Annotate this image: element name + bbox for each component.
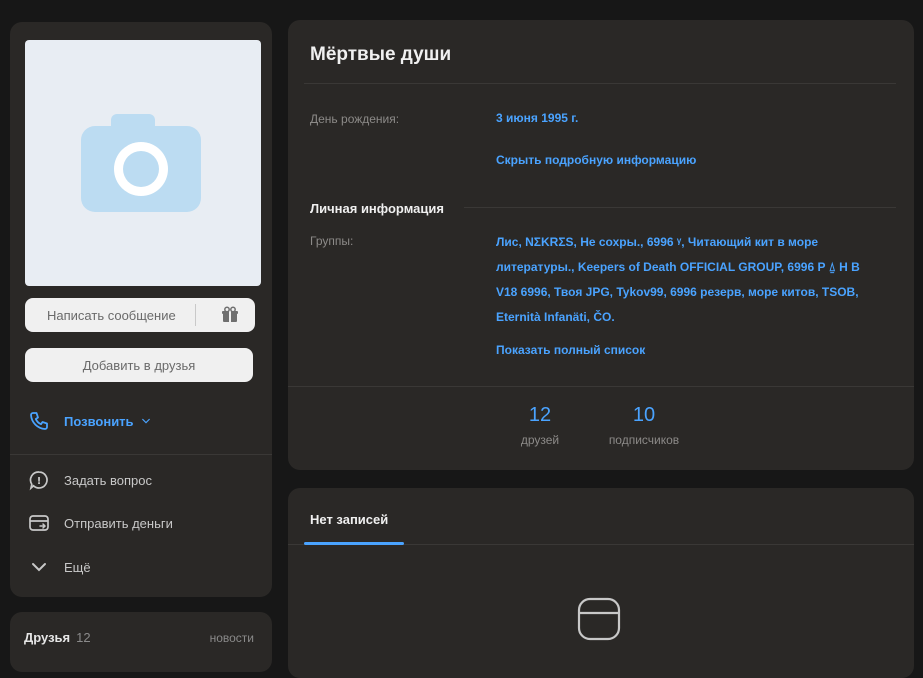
button-separator — [195, 304, 196, 326]
followers-counter-value: 10 — [632, 404, 656, 426]
stats-divider — [288, 386, 914, 387]
call-button[interactable]: Позвонить — [28, 408, 152, 434]
groups-label: Группы: — [310, 234, 354, 248]
friends-counter-value: 12 — [528, 404, 552, 426]
friends-block: Друзья 12 новости — [10, 612, 272, 672]
send-money-button[interactable]: Отправить деньги — [28, 510, 173, 536]
profile-info-card: Мёртвые души День рождения: 3 июня 1995 … — [288, 20, 914, 470]
friends-counter-label: друзей — [520, 433, 560, 447]
friends-news-link[interactable]: новости — [210, 631, 254, 645]
svg-text:!: ! — [37, 476, 42, 487]
friends-counter[interactable]: 12 друзей — [490, 404, 590, 447]
followers-counter[interactable]: 10 подписчиков — [594, 404, 694, 447]
money-transfer-icon — [29, 515, 49, 531]
followers-counter-label: подписчиков — [608, 433, 680, 447]
friends-title[interactable]: Друзья 12 — [24, 630, 91, 645]
profile-sidebar: Написать сообщение Добавить в друзья Поз… — [10, 22, 272, 597]
question-bubble-icon: ! — [29, 471, 48, 491]
write-message-button[interactable]: Написать сообщение — [25, 298, 255, 332]
empty-wall-icon — [577, 597, 621, 641]
chevron-down-icon — [141, 418, 150, 424]
section-divider — [464, 207, 896, 208]
chevron-down-icon — [32, 563, 46, 572]
send-money-label: Отправить деньги — [64, 515, 173, 531]
show-full-list-link[interactable]: Показать полный список — [496, 343, 645, 357]
hide-details-link[interactable]: Скрыть подробную информацию — [496, 153, 696, 167]
phone-icon — [30, 412, 48, 430]
camera-icon — [81, 114, 201, 212]
personal-info-heading: Личная информация — [310, 201, 444, 216]
tab-no-posts[interactable]: Нет записей — [310, 512, 388, 527]
add-friend-button[interactable]: Добавить в друзья — [25, 348, 253, 382]
ask-question-label: Задать вопрос — [64, 472, 152, 488]
active-tab-indicator — [304, 542, 404, 545]
call-label: Позвонить — [64, 413, 134, 429]
title-divider — [304, 83, 896, 84]
friends-count: 12 — [76, 630, 91, 645]
write-message-label: Написать сообщение — [47, 307, 176, 323]
friends-title-label: Друзья — [24, 630, 71, 645]
sidebar-divider — [10, 454, 272, 455]
groups-list[interactable]: Лис, NΣKRΣS, Не сохры., 6996 ᵞ, Читающий… — [496, 230, 884, 330]
wall-card: Нет записей — [288, 488, 914, 678]
gift-icon[interactable] — [221, 306, 239, 324]
avatar[interactable] — [25, 40, 261, 286]
add-friend-label: Добавить в друзья — [82, 357, 196, 373]
birthday-value-link[interactable]: 3 июня 1995 г. — [496, 111, 578, 125]
more-label: Ещё — [64, 559, 91, 575]
birthday-label: День рождения: — [310, 112, 400, 126]
ask-question-button[interactable]: ! Задать вопрос — [28, 467, 152, 493]
more-button[interactable]: Ещё — [28, 554, 91, 580]
page-title: Мёртвые души — [310, 44, 452, 65]
